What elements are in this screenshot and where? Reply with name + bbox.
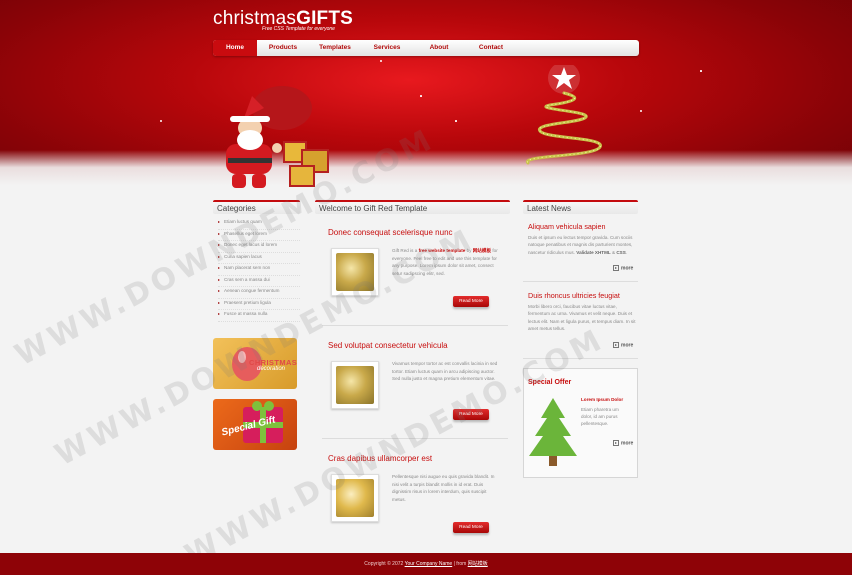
read-more-button[interactable]: Read More xyxy=(453,522,489,533)
news-text: Morbi libero orci, faucibus vitae luctus… xyxy=(528,304,636,331)
divider xyxy=(523,281,638,282)
nav-item-services[interactable]: Services xyxy=(361,40,413,56)
category-item[interactable]: Phasellus eget lorem xyxy=(218,230,300,241)
category-item[interactable]: Fusce at massa nulla xyxy=(218,310,300,322)
header-banner xyxy=(0,0,852,200)
arrow-right-icon: ▸ xyxy=(613,265,619,271)
nav-item-templates[interactable]: Templates xyxy=(309,40,361,56)
more-link[interactable]: ▸ more xyxy=(613,342,633,348)
latest-news-header: Latest News xyxy=(523,200,638,214)
post-title[interactable]: Sed volutpat consectetur vehicula xyxy=(328,341,448,350)
category-item[interactable]: Etiam luctus quam xyxy=(218,218,300,230)
special-offer-text: Etiam pharetra um dolor, id am purus pel… xyxy=(581,407,619,426)
more-link[interactable]: ▸ more xyxy=(613,265,633,271)
category-item[interactable]: Nam placerat sem non xyxy=(218,264,300,276)
divider xyxy=(322,325,508,326)
category-item[interactable]: Donec eget lacus id lorem xyxy=(218,241,300,253)
christmas-tree-illustration xyxy=(526,65,602,165)
more-link[interactable]: ▸ more xyxy=(613,440,633,446)
news-title[interactable]: Duis rhoncus ultricies feugiat xyxy=(528,291,620,300)
category-item[interactable]: Cuna sapien lacus xyxy=(218,253,300,264)
post-title[interactable]: Cras dapibus ullamcorper est xyxy=(328,454,432,463)
arrow-right-icon: ▸ xyxy=(613,342,619,348)
news-title[interactable]: Aliquam vehicula sapien xyxy=(528,222,606,231)
nav-item-about[interactable]: About xyxy=(413,40,465,56)
post-thumbnail[interactable] xyxy=(331,248,379,296)
category-list: Etiam luctus quam Phasellus eget lorem D… xyxy=(218,218,300,322)
special-gift-banner[interactable]: Special Gift xyxy=(213,399,297,450)
divider xyxy=(322,438,508,439)
category-item[interactable]: Praesent pretium ligula xyxy=(218,299,300,310)
nav-item-contact[interactable]: Contact xyxy=(465,40,517,56)
main-nav: Home Products Templates Services About C… xyxy=(213,40,639,56)
snow-band xyxy=(0,150,852,200)
christmas-decoration-banner[interactable]: CHRISTMAS decoration xyxy=(213,338,297,389)
santa-illustration xyxy=(226,86,329,188)
nav-item-products[interactable]: Products xyxy=(257,40,309,56)
post-thumbnail[interactable] xyxy=(331,361,379,409)
main-header: Welcome to Gift Red Template xyxy=(315,200,510,214)
post-text: Vivamus tempor tortor ac est convallis l… xyxy=(392,361,498,381)
post-text: Gift Red is a free website template by 网… xyxy=(392,248,498,276)
post-text: Pellentesque nisi augue eu quis gravida … xyxy=(392,474,495,502)
category-item[interactable]: Cras sem a massa dui xyxy=(218,276,300,287)
site-tagline: Free CSS Template for everyone xyxy=(262,26,335,32)
category-item[interactable]: Aenean congue fermentum xyxy=(218,287,300,299)
special-offer-title: Special Offer xyxy=(528,379,572,386)
special-offer-subtitle[interactable]: Lorem Ipsum Dolor xyxy=(581,397,623,402)
tree-icon xyxy=(529,398,577,466)
news-text: Duis et ipsum eu lectus tempor gravida. … xyxy=(528,235,633,255)
read-more-button[interactable]: Read More xyxy=(453,409,489,420)
post-thumbnail[interactable] xyxy=(331,474,379,522)
post-title[interactable]: Donec consequat scelerisque nunc xyxy=(328,228,453,237)
source-link[interactable]: 网站模板 xyxy=(468,561,488,567)
arrow-right-icon: ▸ xyxy=(613,440,619,446)
nav-item-home[interactable]: Home xyxy=(213,40,257,56)
categories-header: Categories xyxy=(213,200,300,214)
read-more-button[interactable]: Read More xyxy=(453,296,489,307)
company-link[interactable]: Your Company Name xyxy=(405,561,453,567)
divider xyxy=(523,358,638,359)
footer: Copyright © 2072 Your Company Name | fro… xyxy=(0,553,852,575)
